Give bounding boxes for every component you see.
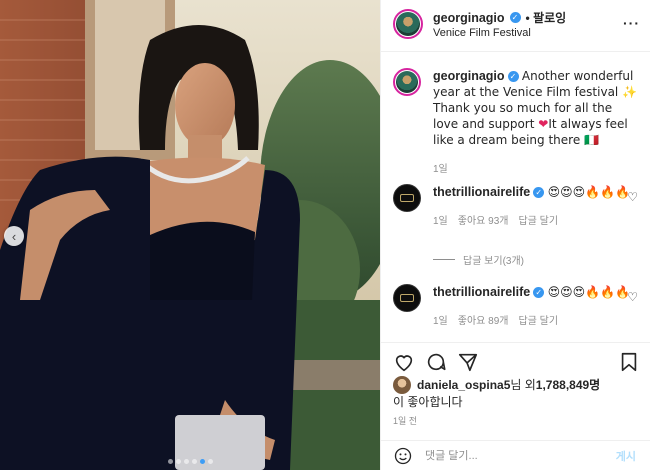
post-comment-button[interactable]: 게시 xyxy=(616,448,636,464)
comment-meta: 1일 좋아요 93개 답글 달기 xyxy=(433,212,640,227)
comments-list[interactable]: georginagio ✓ Another wonderful year at t… xyxy=(381,52,650,342)
save-bookmark-icon[interactable] xyxy=(618,351,640,373)
author-username[interactable]: georginagio xyxy=(433,11,505,25)
view-replies-label[interactable]: 답글 보기(3개) xyxy=(463,252,524,267)
comment-meta: 1일 좋아요 89개 답글 달기 xyxy=(433,312,640,327)
verified-badge-icon: ✓ xyxy=(533,187,545,199)
like-heart-icon[interactable] xyxy=(393,351,415,373)
replies-divider xyxy=(433,259,455,260)
caption-meta: 1일 xyxy=(433,160,640,175)
carousel-prev-button[interactable]: ‹ xyxy=(4,226,24,246)
caption-text: georginagio ✓ Another wonderful year at t… xyxy=(433,68,640,148)
verified-badge-icon: ✓ xyxy=(533,287,545,299)
comment-text: thetrillionairelife ✓ 😍😍😍🔥🔥🔥 xyxy=(433,184,640,200)
emoji-smiley-icon[interactable] xyxy=(393,446,413,466)
post-location[interactable]: Venice Film Festival xyxy=(433,27,531,39)
carousel-dot xyxy=(192,459,197,464)
commenter-username[interactable]: thetrillionairelife xyxy=(433,185,530,199)
following-label[interactable]: • 팔로잉 xyxy=(526,9,567,26)
comment-content: 😍😍😍🔥🔥🔥 xyxy=(547,285,630,299)
share-paper-plane-icon[interactable] xyxy=(457,351,479,373)
liker-username[interactable]: daniela_ospina5 xyxy=(417,377,510,393)
carousel-dot-active xyxy=(200,459,205,464)
photo-illustration xyxy=(0,0,380,470)
comment-text: thetrillionairelife ✓ 😍😍😍🔥🔥🔥 xyxy=(433,284,640,300)
commenter-avatar[interactable] xyxy=(393,284,421,312)
comment-age: 1일 xyxy=(433,216,448,227)
author-name-row: georginagio ✓ • 팔로잉 xyxy=(433,9,566,26)
view-replies-link[interactable]: 답글 보기(3개) xyxy=(433,252,524,267)
reply-link[interactable]: 답글 달기 xyxy=(518,312,558,327)
post-photo[interactable]: ‹ xyxy=(0,0,380,470)
post-detail-panel: georginagio ✓ • 팔로잉 Venice Film Festival… xyxy=(380,0,650,470)
carousel-dot xyxy=(208,459,213,464)
caption-block: georginagio ✓ Another wonderful year at t… xyxy=(393,68,640,175)
comment-item: thetrillionairelife ✓ 😍😍😍🔥🔥🔥 ♡ 1일 좋아요 93개… xyxy=(393,184,640,227)
action-bar xyxy=(381,342,650,378)
comment-likes[interactable]: 좋아요 93개 xyxy=(458,212,509,227)
comment-age: 1일 xyxy=(433,316,448,327)
likes-summary: daniela_ospina5 님 외 1,788,849명 이 좋아합니다 xyxy=(393,376,640,410)
carousel-dot xyxy=(176,459,181,464)
caption-username[interactable]: georginagio xyxy=(433,69,505,83)
verified-badge-icon: ✓ xyxy=(509,12,521,23)
reply-link[interactable]: 답글 달기 xyxy=(518,212,558,227)
comment-like-heart-icon[interactable]: ♡ xyxy=(627,290,638,304)
more-options-icon[interactable]: ··· xyxy=(623,15,640,31)
post-header: georginagio ✓ • 팔로잉 Venice Film Festival… xyxy=(381,0,650,52)
red-heart-icon: ❤ xyxy=(538,117,549,131)
likes-count[interactable]: 1,788,849명 xyxy=(536,377,600,393)
commenter-avatar[interactable] xyxy=(393,184,421,212)
commenter-username[interactable]: thetrillionairelife xyxy=(433,285,530,299)
comment-item: thetrillionairelife ✓ 😍😍😍🔥🔥🔥 ♡ 1일 좋아요 89개… xyxy=(393,284,640,327)
comment-likes[interactable]: 좋아요 89개 xyxy=(458,312,509,327)
comment-input[interactable] xyxy=(425,449,616,462)
carousel-indicator xyxy=(168,459,213,464)
likes-connector: 님 외 xyxy=(510,378,536,392)
carousel-dot xyxy=(184,459,189,464)
carousel-dot xyxy=(168,459,173,464)
author-avatar[interactable] xyxy=(393,9,423,39)
verified-badge-icon: ✓ xyxy=(507,71,519,83)
likes-suffix: 이 좋아합니다 xyxy=(393,395,463,409)
comment-like-heart-icon[interactable]: ♡ xyxy=(627,190,638,204)
comment-bubble-icon[interactable] xyxy=(425,351,447,373)
post-timestamp[interactable]: 1일 전 xyxy=(393,414,417,427)
caption-age: 1일 xyxy=(433,164,448,175)
caption-avatar[interactable] xyxy=(393,68,421,96)
add-comment-bar: 게시 xyxy=(381,440,650,470)
liker-avatar[interactable] xyxy=(393,376,411,394)
comment-content: 😍😍😍🔥🔥🔥 xyxy=(547,185,630,199)
